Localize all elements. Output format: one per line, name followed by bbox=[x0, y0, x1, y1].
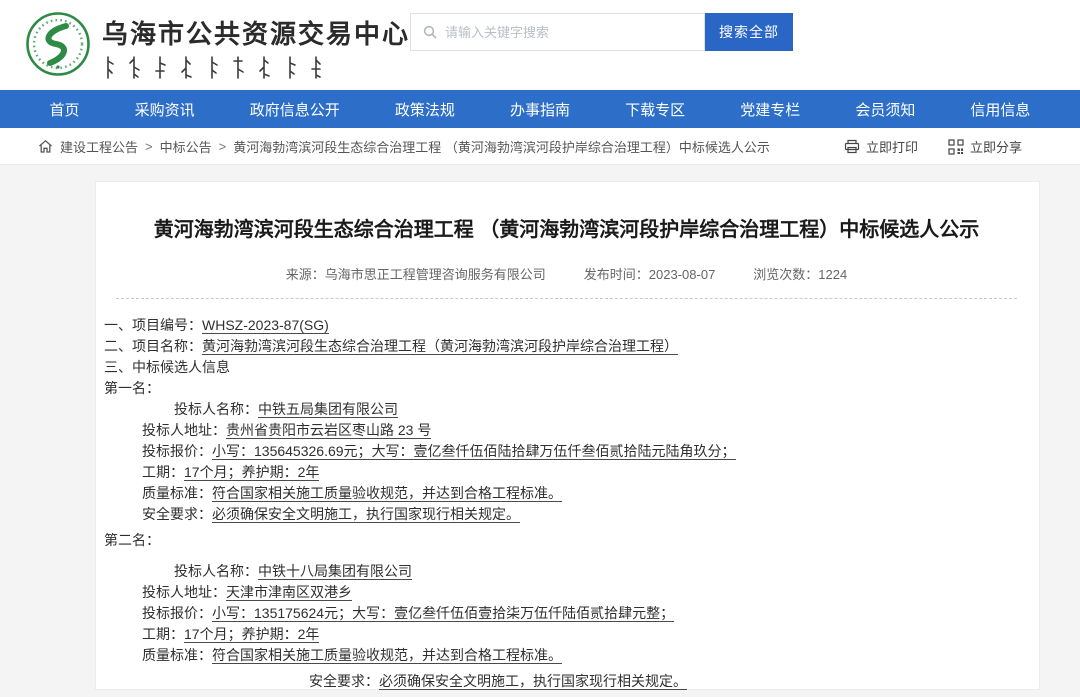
bidder1-safety-line: 安全要求：必须确保安全文明施工，执行国家现行相关规定。 bbox=[104, 504, 1029, 525]
nav-item-gov-info[interactable]: 政府信息公开 bbox=[250, 99, 340, 120]
search-icon bbox=[423, 25, 437, 39]
bidder2-address-line: 投标人地址：天津市津南区双港乡 bbox=[104, 582, 1029, 603]
project-number-line: 一、项目编号：WHSZ-2023-87(SG) bbox=[104, 315, 1029, 336]
announcement-card: 黄河海勃湾滨河段生态综合治理工程 （黄河海勃湾滨河段护岸综合治理工程）中标候选人… bbox=[95, 181, 1040, 690]
breadcrumb-separator: > bbox=[219, 139, 227, 154]
print-button[interactable]: 立即打印 bbox=[844, 137, 918, 156]
announcement-content: 一、项目编号：WHSZ-2023-87(SG) 二、项目名称：黄河海勃湾滨河段生… bbox=[104, 315, 1029, 692]
candidates-section-heading: 三、中标候选人信息 bbox=[104, 357, 1029, 378]
bidder2-name-line: 投标人名称：中铁十八局集团有限公司 bbox=[104, 561, 1029, 582]
bidder1-price-line: 投标报价：小写：135645326.69元；大写：壹亿叁仟伍佰陆拾肆万伍仟叁佰贰… bbox=[104, 441, 1029, 462]
breadcrumb-item-award-notices[interactable]: 中标公告 bbox=[160, 137, 212, 156]
nav-item-service-guide[interactable]: 办事指南 bbox=[510, 99, 570, 120]
dashed-divider bbox=[116, 298, 1017, 299]
nav-item-member-notice[interactable]: 会员须知 bbox=[855, 99, 915, 120]
search-all-button[interactable]: 搜索全部 bbox=[705, 13, 793, 51]
main-nav: 首页 采购资讯 政府信息公开 政策法规 办事指南 下载专区 党建专栏 会员须知 … bbox=[0, 90, 1080, 128]
breadcrumb: 建设工程公告 > 中标公告 > 黄河海勃湾滨河段生态综合治理工程 （黄河海勃湾滨… bbox=[0, 128, 1080, 165]
bidder1-duration-line: 工期：17个月；养护期：2年 bbox=[104, 462, 1029, 483]
bidder1-address-line: 投标人地址：贵州省贵阳市云岩区枣山路 23 号 bbox=[104, 420, 1029, 441]
site-logo-icon bbox=[25, 11, 91, 77]
breadcrumb-item-current: 黄河海勃湾滨河段生态综合治理工程 （黄河海勃湾滨河段护岸综合治理工程）中标候选人… bbox=[233, 137, 770, 156]
breadcrumb-separator: > bbox=[145, 139, 153, 154]
share-button[interactable]: 立即分享 bbox=[948, 137, 1022, 156]
project-name-line: 二、项目名称：黄河海勃湾滨河段生态综合治理工程（黄河海勃湾滨河段护岸综合治理工程… bbox=[104, 336, 1029, 357]
article-meta: 来源：乌海市思正工程管理咨询服务有限公司 发布时间：2023-08-07 浏览次… bbox=[104, 264, 1029, 283]
second-place-heading: 第二名： bbox=[104, 530, 1029, 551]
print-label: 立即打印 bbox=[866, 137, 918, 156]
nav-item-party-building[interactable]: 党建专栏 bbox=[740, 99, 800, 120]
site-header: 乌海市公共资源交易中心 搜索全部 bbox=[0, 0, 1080, 90]
nav-item-procurement-news[interactable]: 采购资讯 bbox=[135, 99, 195, 120]
nav-item-policies[interactable]: 政策法规 bbox=[395, 99, 455, 120]
site-title: 乌海市公共资源交易中心 bbox=[102, 14, 410, 51]
bidder2-price-line: 投标报价：小写：135175624元；大写：壹亿叁仟伍佰壹拾柒万伍仟陆佰贰拾肆元… bbox=[104, 603, 1029, 624]
nav-item-home[interactable]: 首页 bbox=[50, 99, 80, 120]
search-input[interactable] bbox=[445, 14, 704, 50]
page-title: 黄河海勃湾滨河段生态综合治理工程 （黄河海勃湾滨河段护岸综合治理工程）中标候选人… bbox=[104, 216, 1029, 244]
meta-source: 来源：乌海市思正工程管理咨询服务有限公司 bbox=[286, 264, 546, 283]
nav-item-credit-info[interactable]: 信用信息 bbox=[970, 99, 1030, 120]
qr-code-icon bbox=[948, 139, 964, 155]
home-icon[interactable] bbox=[38, 139, 53, 154]
bidder2-quality-line: 质量标准：符合国家相关施工质量验收规范，并达到合格工程标准。 bbox=[104, 645, 1029, 666]
search-box bbox=[410, 13, 705, 51]
breadcrumb-item-construction-notices[interactable]: 建设工程公告 bbox=[60, 137, 138, 156]
nav-item-downloads[interactable]: 下载专区 bbox=[625, 99, 685, 120]
meta-view-count: 浏览次数：1224 bbox=[753, 264, 847, 283]
bidder1-name-line: 投标人名称：中铁五局集团有限公司 bbox=[104, 399, 1029, 420]
mongolian-script-icon bbox=[102, 55, 410, 81]
first-place-heading: 第一名： bbox=[104, 378, 1029, 399]
bidder2-safety-line: 安全要求：必须确保安全文明施工，执行国家现行相关规定。 bbox=[104, 671, 1029, 692]
meta-publish-time: 发布时间：2023-08-07 bbox=[584, 264, 716, 283]
share-label: 立即分享 bbox=[970, 137, 1022, 156]
bidder1-quality-line: 质量标准：符合国家相关施工质量验收规范，并达到合格工程标准。 bbox=[104, 483, 1029, 504]
bidder2-duration-line: 工期：17个月；养护期：2年 bbox=[104, 624, 1029, 645]
page-body: 黄河海勃湾滨河段生态综合治理工程 （黄河海勃湾滨河段护岸综合治理工程）中标候选人… bbox=[0, 165, 1080, 697]
printer-icon bbox=[844, 139, 860, 154]
